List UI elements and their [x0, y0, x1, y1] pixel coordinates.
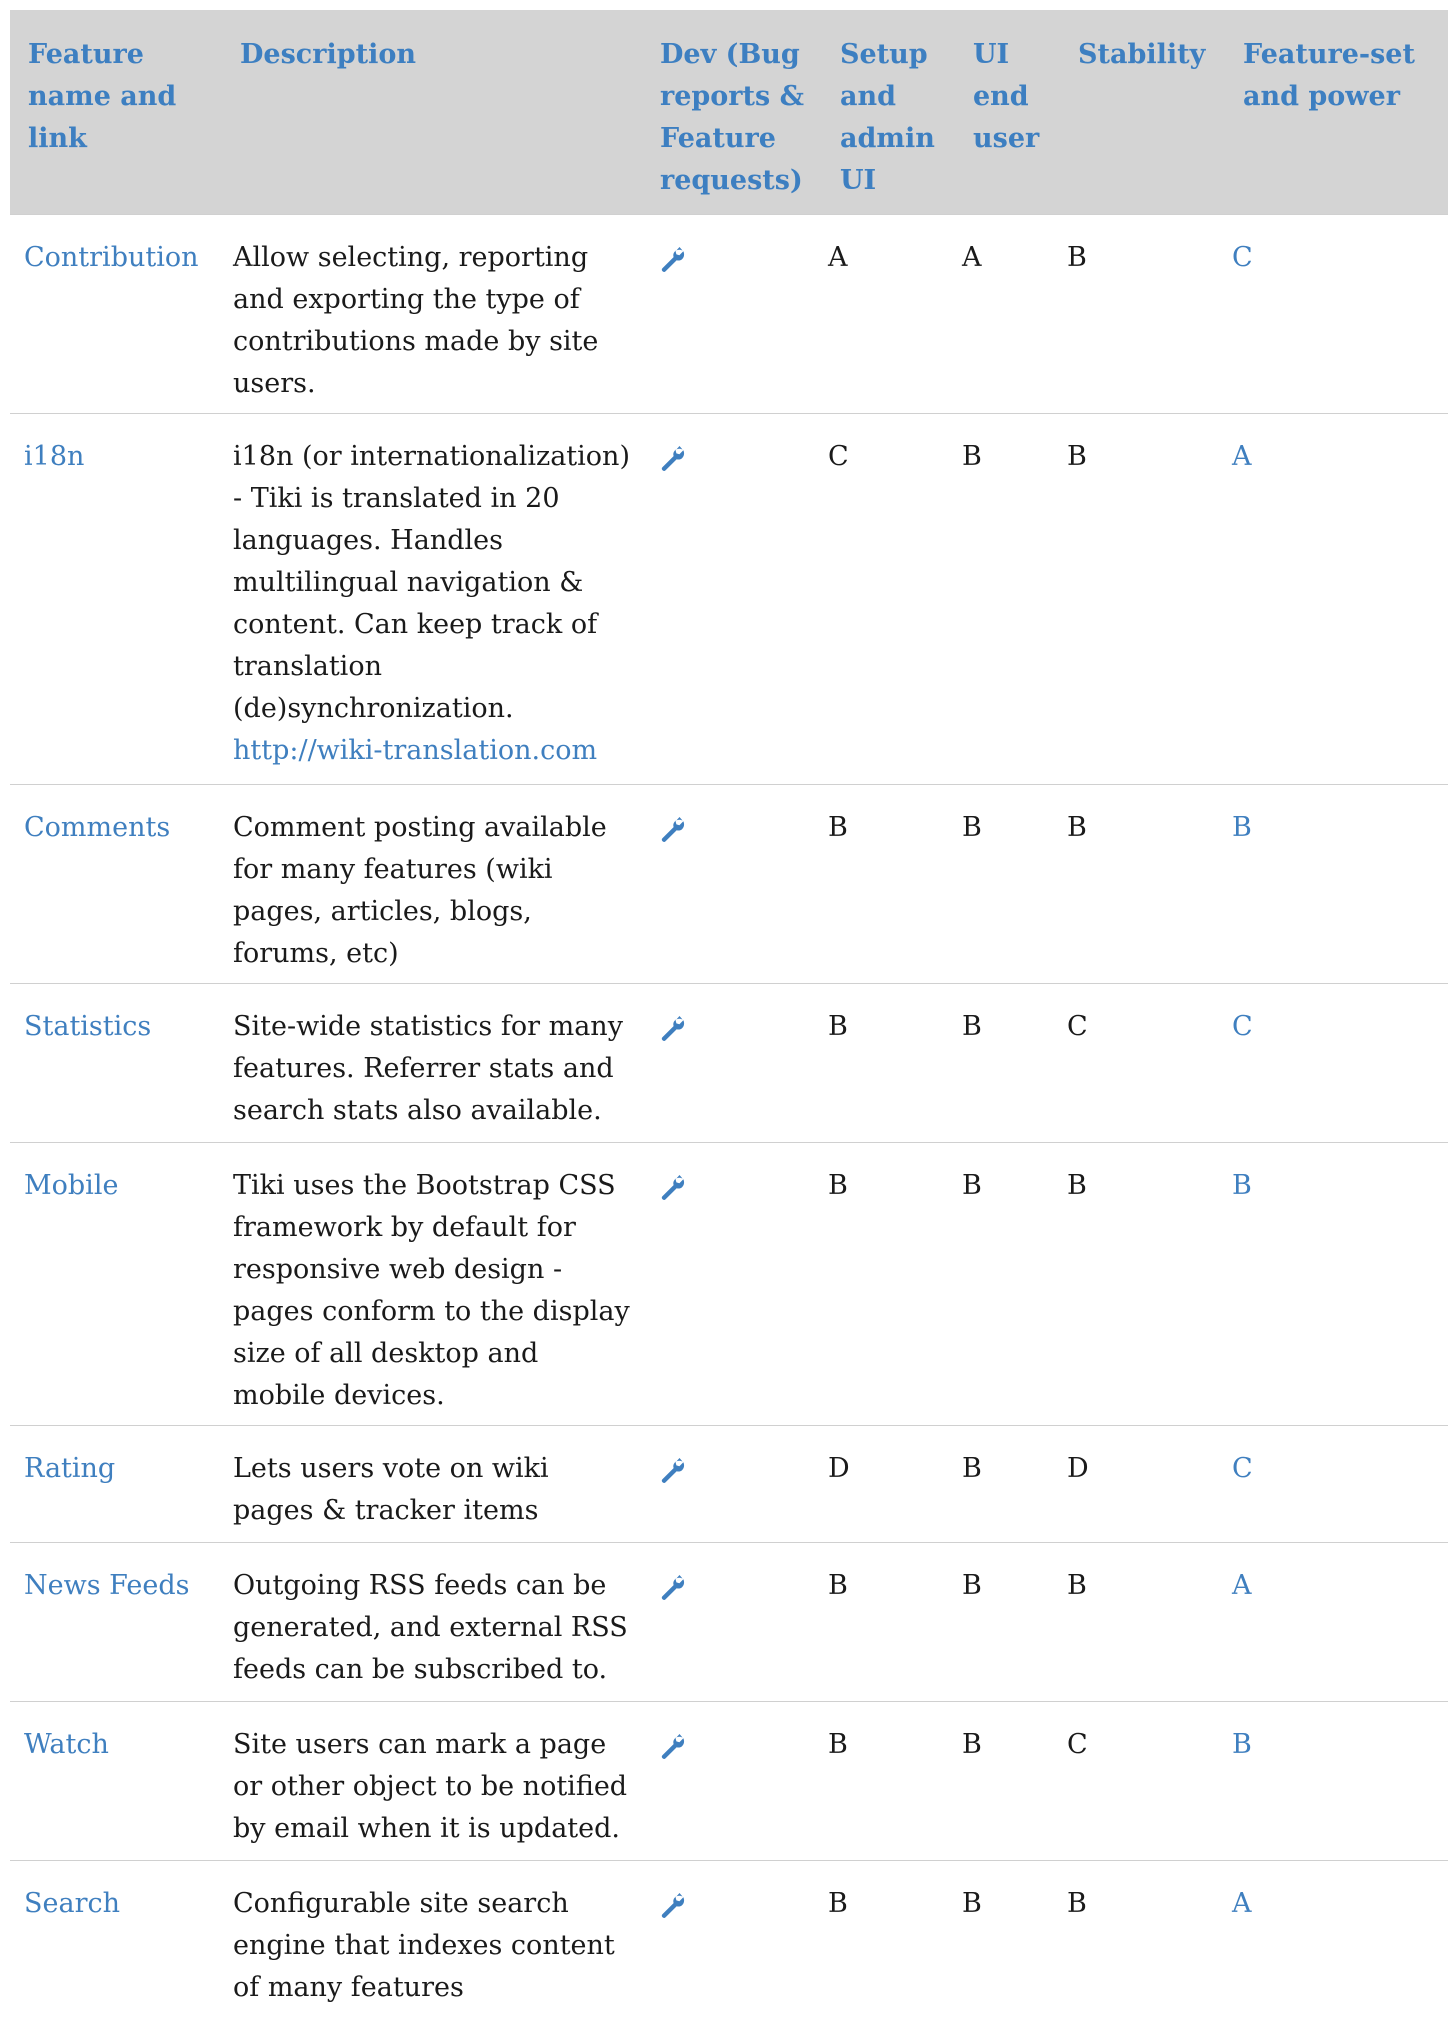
wrench-icon[interactable]	[658, 446, 686, 474]
stability-grade: B	[1067, 1170, 1087, 1201]
ui-grade: B	[962, 812, 982, 843]
header-feature-name[interactable]: Feature name and link	[28, 34, 178, 160]
setup-grade: A	[828, 242, 848, 273]
feature-set-grade-link[interactable]: B	[1232, 1165, 1252, 1207]
stability-grade: B	[1067, 441, 1087, 472]
table-row: Search Configurable site search engine th…	[10, 1860, 1448, 2019]
feature-description-text: Site-wide statistics for many features. …	[233, 1011, 623, 1126]
feature-name-link[interactable]: Rating	[24, 1448, 115, 1490]
table-body: Contribution Allow selecting, reporting a…	[10, 214, 1448, 2019]
header-ui-end-user[interactable]: UI end user	[973, 34, 1063, 160]
feature-description: Site-wide statistics for many features. …	[233, 1006, 653, 1132]
wrench-icon[interactable]	[658, 1575, 686, 1603]
stability-grade: B	[1067, 812, 1087, 843]
feature-name-link[interactable]: Mobile	[24, 1165, 118, 1207]
setup-grade: C	[828, 441, 849, 472]
feature-set-grade-link[interactable]: C	[1232, 1448, 1253, 1490]
feature-description: i18n (or internationalization) - Tiki is…	[233, 436, 653, 772]
table-row: Mobile Tiki uses the Bootstrap CSS framew…	[10, 1142, 1448, 1425]
ui-grade: B	[962, 1453, 982, 1484]
table-row: Watch Site users can mark a page or other…	[10, 1701, 1448, 1860]
setup-grade: B	[828, 1888, 848, 1919]
stability-grade: C	[1067, 1011, 1088, 1042]
feature-set-grade-link[interactable]: C	[1232, 237, 1253, 279]
feature-description: Lets users vote on wiki pages & tracker …	[233, 1448, 653, 1532]
feature-set-grade-link[interactable]: B	[1232, 1724, 1252, 1766]
table-row: Contribution Allow selecting, reporting a…	[10, 214, 1448, 413]
setup-grade: B	[828, 812, 848, 843]
feature-description-text: Tiki uses the Bootstrap CSS framework by…	[233, 1170, 630, 1411]
feature-description: Outgoing RSS feeds can be generated, and…	[233, 1565, 653, 1691]
stability-grade: D	[1067, 1453, 1089, 1484]
feature-description: Comment posting available for many featu…	[233, 807, 653, 975]
header-description[interactable]: Description	[240, 34, 540, 76]
setup-grade: B	[828, 1170, 848, 1201]
header-feature-set[interactable]: Feature-set and power	[1243, 34, 1443, 118]
ui-grade: B	[962, 1011, 982, 1042]
features-table: Feature name and link Description Dev (B…	[10, 10, 1448, 2019]
table-header: Feature name and link Description Dev (B…	[10, 10, 1448, 214]
feature-description-text: i18n (or internationalization) - Tiki is…	[233, 441, 630, 724]
feature-set-grade-link[interactable]: B	[1232, 807, 1252, 849]
table-row: i18n i18n (or internationalization) - Tik…	[10, 413, 1448, 784]
feature-set-grade-link[interactable]: C	[1232, 1006, 1253, 1048]
wrench-icon[interactable]	[658, 1734, 686, 1762]
ui-grade: B	[962, 441, 982, 472]
feature-name-link[interactable]: News Feeds	[24, 1565, 190, 1607]
feature-name-link[interactable]: Search	[24, 1883, 120, 1925]
feature-set-grade-link[interactable]: A	[1232, 1565, 1252, 1607]
wrench-icon[interactable]	[658, 1458, 686, 1486]
table-row: Statistics Site-wide statistics for many …	[10, 983, 1448, 1142]
header-stability[interactable]: Stability	[1078, 34, 1228, 76]
feature-name-link[interactable]: Comments	[24, 807, 170, 849]
feature-description-text: Configurable site search engine that ind…	[233, 1888, 615, 2003]
ui-grade: B	[962, 1729, 982, 1760]
feature-description: Site users can mark a page or other obje…	[233, 1724, 653, 1850]
stability-grade: C	[1067, 1729, 1088, 1760]
table-row: News Feeds Outgoing RSS feeds can be gene…	[10, 1542, 1448, 1701]
feature-description-text: Comment posting available for many featu…	[233, 812, 607, 969]
wrench-icon[interactable]	[658, 1175, 686, 1203]
feature-description: Tiki uses the Bootstrap CSS framework by…	[233, 1165, 653, 1417]
ui-grade: B	[962, 1570, 982, 1601]
feature-set-grade-link[interactable]: A	[1232, 1883, 1252, 1925]
header-dev[interactable]: Dev (Bug reports & Feature requests)	[660, 34, 820, 202]
header-setup[interactable]: Setup and admin UI	[840, 34, 950, 202]
wrench-icon[interactable]	[658, 1016, 686, 1044]
setup-grade: B	[828, 1729, 848, 1760]
feature-description-text: Site users can mark a page or other obje…	[233, 1729, 628, 1844]
setup-grade: B	[828, 1011, 848, 1042]
ui-grade: B	[962, 1888, 982, 1919]
feature-external-link[interactable]: http://wiki-translation.com	[233, 735, 597, 766]
setup-grade: B	[828, 1570, 848, 1601]
table-row: Rating Lets users vote on wiki pages & tr…	[10, 1425, 1448, 1542]
feature-description: Allow selecting, reporting and exporting…	[233, 237, 653, 405]
ui-grade: A	[962, 242, 982, 273]
setup-grade: D	[828, 1453, 850, 1484]
stability-grade: B	[1067, 242, 1087, 273]
wrench-icon[interactable]	[658, 817, 686, 845]
feature-name-link[interactable]: Contribution	[24, 237, 199, 279]
feature-description: Configurable site search engine that ind…	[233, 1883, 653, 2009]
stability-grade: B	[1067, 1570, 1087, 1601]
wrench-icon[interactable]	[658, 247, 686, 275]
wrench-icon[interactable]	[658, 1893, 686, 1921]
feature-set-grade-link[interactable]: A	[1232, 436, 1252, 478]
feature-description-text: Allow selecting, reporting and exporting…	[233, 242, 599, 399]
feature-description-text: Outgoing RSS feeds can be generated, and…	[233, 1570, 628, 1685]
feature-name-link[interactable]: Statistics	[24, 1006, 151, 1048]
feature-name-link[interactable]: i18n	[24, 436, 84, 478]
feature-description-text: Lets users vote on wiki pages & tracker …	[233, 1453, 549, 1526]
table-row: Comments Comment posting available for ma…	[10, 784, 1448, 983]
stability-grade: B	[1067, 1888, 1087, 1919]
ui-grade: B	[962, 1170, 982, 1201]
feature-name-link[interactable]: Watch	[24, 1724, 109, 1766]
